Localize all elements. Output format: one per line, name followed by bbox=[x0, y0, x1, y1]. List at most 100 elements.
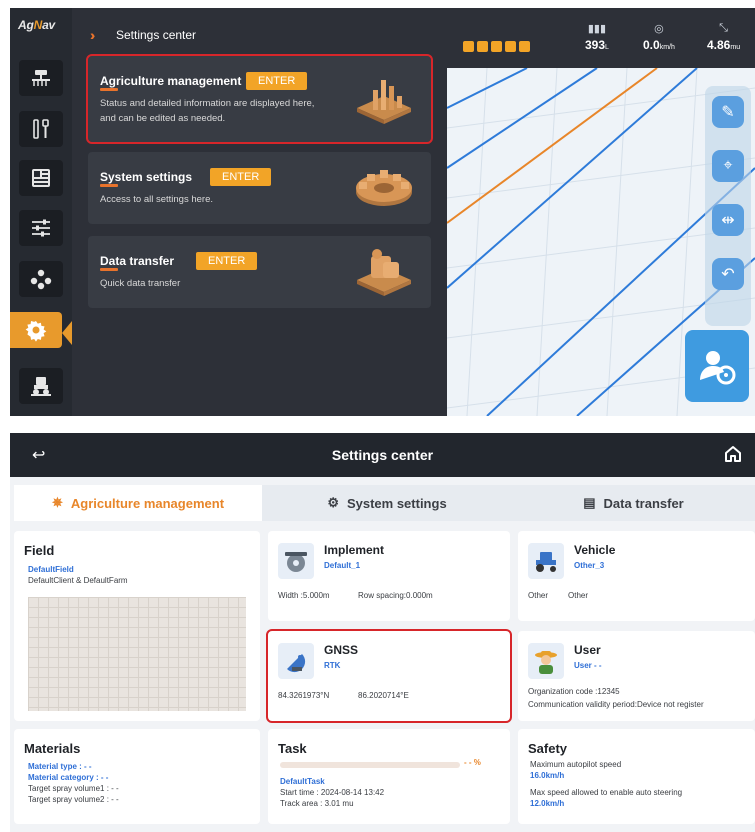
data-transfer-3d-icon bbox=[357, 249, 411, 296]
sliders-icon bbox=[32, 219, 50, 237]
enable-autosteer-speed-label: Max speed allowed to enable auto steerin… bbox=[530, 788, 683, 797]
tile-title: Task bbox=[278, 741, 307, 756]
gnss-mode: RTK bbox=[324, 661, 341, 670]
title-underline bbox=[100, 268, 118, 271]
spacing-icon: ⇹ bbox=[721, 212, 735, 229]
system-settings-enter-button[interactable]: ENTER bbox=[210, 168, 272, 186]
tile-title: Vehicle bbox=[574, 543, 616, 557]
user-tile[interactable]: User User - - Organization code :12345 C… bbox=[518, 631, 755, 721]
material-category: Material category : - - bbox=[28, 773, 109, 782]
tab-system-settings[interactable]: ⚙ System settings bbox=[262, 485, 512, 521]
sidebar: AgNav bbox=[10, 8, 72, 416]
agriculture-enter-button[interactable]: ENTER bbox=[246, 72, 308, 90]
map-toolbar: ✎ ⌖ ⇹ ↶ bbox=[705, 86, 751, 326]
task-tile[interactable]: Task - - % DefaultTask Start time : 2024… bbox=[268, 729, 510, 824]
status-bar: ▮▮▮ 393L ◎ 0.0km/h ⤡ 4.86mu bbox=[447, 8, 755, 68]
edit-path-icon: ✎ bbox=[721, 104, 735, 121]
tank-readout: ▮▮▮ 393L bbox=[585, 23, 609, 52]
material-type: Material type : - - bbox=[28, 762, 92, 771]
sidebar-display-button[interactable] bbox=[19, 160, 63, 196]
tractor-icon bbox=[528, 543, 564, 579]
tab-agriculture-management[interactable]: ✵ Agriculture management bbox=[14, 485, 262, 521]
vehicle-model: Other bbox=[568, 591, 589, 600]
sidebar-sliders-button[interactable] bbox=[19, 210, 63, 246]
field-map-preview bbox=[28, 597, 246, 711]
vehicle-name: Other_3 bbox=[574, 561, 605, 570]
guidance-map[interactable]: ▮▮▮ 393L ◎ 0.0km/h ⤡ 4.86mu ✎ ⌖ ⇹ ↶ bbox=[447, 8, 755, 416]
card-description: Access to all settings here. bbox=[100, 194, 213, 205]
agriculture-management-card[interactable]: Agriculture management ENTER Status and … bbox=[86, 54, 433, 144]
field-tile[interactable]: Field DefaultField DefaultClient & Defau… bbox=[14, 531, 260, 721]
panel-title: Settings center bbox=[116, 28, 197, 42]
area-readout: ⤡ 4.86mu bbox=[707, 22, 741, 52]
header-bar: ↩ Settings center bbox=[10, 433, 755, 477]
card-title: System settings bbox=[100, 170, 193, 184]
target-spray-volume-1: Target spray volume1 : - - bbox=[28, 784, 119, 793]
communication-validity: Communication validity period:Device not… bbox=[528, 700, 704, 709]
speedometer-icon: ◎ bbox=[654, 23, 664, 35]
autosteer-button[interactable] bbox=[685, 330, 749, 402]
card-title: Agriculture management bbox=[100, 74, 242, 88]
card-description-line1: Status and detailed information are disp… bbox=[100, 98, 315, 109]
implement-icon bbox=[278, 543, 314, 579]
task-progress-percent: - - % bbox=[464, 758, 481, 767]
settings-panel: ›› Settings center Agriculture managemen… bbox=[72, 8, 447, 416]
satellite-icon bbox=[278, 643, 314, 679]
sidebar-tractor-button[interactable] bbox=[19, 368, 63, 404]
signal-indicator bbox=[463, 41, 530, 52]
sidebar-settings-button[interactable] bbox=[10, 312, 62, 348]
system-settings-card[interactable]: System settings ENTER Access to all sett… bbox=[88, 152, 431, 224]
tab-bar: ✵ Agriculture management ⚙ System settings… bbox=[10, 485, 755, 521]
map-pin-button[interactable]: ⌖ bbox=[712, 150, 744, 182]
data-transfer-card[interactable]: Data transfer ENTER Quick data transfer bbox=[88, 236, 431, 308]
area-icon: ⤡ bbox=[719, 22, 728, 34]
max-autopilot-speed-label: Maximum autopilot speed bbox=[530, 760, 622, 769]
gnss-latitude: 84.3261973°N bbox=[278, 691, 330, 700]
implement-name: Default_1 bbox=[324, 561, 361, 570]
data-transfer-enter-button[interactable]: ENTER bbox=[196, 252, 258, 270]
home-icon[interactable] bbox=[723, 444, 743, 464]
tile-title: Field bbox=[24, 543, 55, 558]
title-underline bbox=[100, 88, 118, 91]
gnss-tile[interactable]: GNSS RTK 84.3261973°N 86.2020714°E bbox=[266, 629, 512, 723]
vehicle-tile[interactable]: Vehicle Other_3 Other Other bbox=[518, 531, 755, 621]
chevron-right-icon: ›› bbox=[90, 27, 97, 43]
edit-path-button[interactable]: ✎ bbox=[712, 96, 744, 128]
sidebar-implement-button[interactable] bbox=[19, 60, 63, 96]
sidebar-tool-button[interactable] bbox=[19, 111, 63, 147]
sidebar-network-button[interactable] bbox=[19, 261, 63, 297]
task-name: DefaultTask bbox=[280, 777, 325, 786]
safety-tile[interactable]: Safety Maximum autopilot speed 16.0km/h … bbox=[518, 729, 755, 824]
tile-title: User bbox=[574, 643, 601, 657]
spacing-button[interactable]: ⇹ bbox=[712, 204, 744, 236]
task-track-area: Track area : 3.01 mu bbox=[280, 799, 354, 808]
implement-icon bbox=[32, 70, 50, 86]
map-pin-icon: ⌖ bbox=[723, 157, 733, 174]
u-turn-button[interactable]: ↶ bbox=[712, 258, 744, 290]
implement-width: Width :5.000m bbox=[278, 591, 330, 600]
page-title: Settings center bbox=[331, 447, 434, 463]
gear-icon: ⚙ bbox=[327, 495, 339, 510]
materials-tile[interactable]: Materials Material type : - - Material c… bbox=[14, 729, 260, 824]
speed-readout: ◎ 0.0km/h bbox=[643, 23, 675, 52]
tile-title: GNSS bbox=[324, 643, 359, 657]
active-indicator bbox=[62, 321, 72, 345]
tank-icon: ▮▮▮ bbox=[587, 23, 607, 35]
vehicle-type: Other bbox=[528, 591, 549, 600]
gear-icon bbox=[25, 320, 47, 342]
farmer-avatar-icon bbox=[528, 643, 564, 679]
tab-data-transfer[interactable]: ▤ Data transfer bbox=[512, 485, 755, 521]
u-turn-icon: ↶ bbox=[721, 266, 735, 283]
network-icon bbox=[30, 269, 52, 290]
tile-title: Materials bbox=[24, 741, 81, 756]
task-start-time: Start time : 2024-08-14 13:42 bbox=[280, 788, 385, 797]
display-icon bbox=[32, 169, 50, 187]
tile-title: Safety bbox=[528, 741, 568, 756]
sun-gear-icon: ✵ bbox=[51, 495, 63, 510]
target-spray-volume-2: Target spray volume2 : - - bbox=[28, 795, 119, 804]
tool-icon bbox=[33, 119, 49, 139]
tile-title: Implement bbox=[324, 543, 385, 557]
agnav-logo: AgNav bbox=[18, 18, 56, 32]
tractor-icon bbox=[31, 377, 51, 396]
implement-tile[interactable]: Implement Default_1 Width :5.000m Row sp… bbox=[268, 531, 510, 621]
